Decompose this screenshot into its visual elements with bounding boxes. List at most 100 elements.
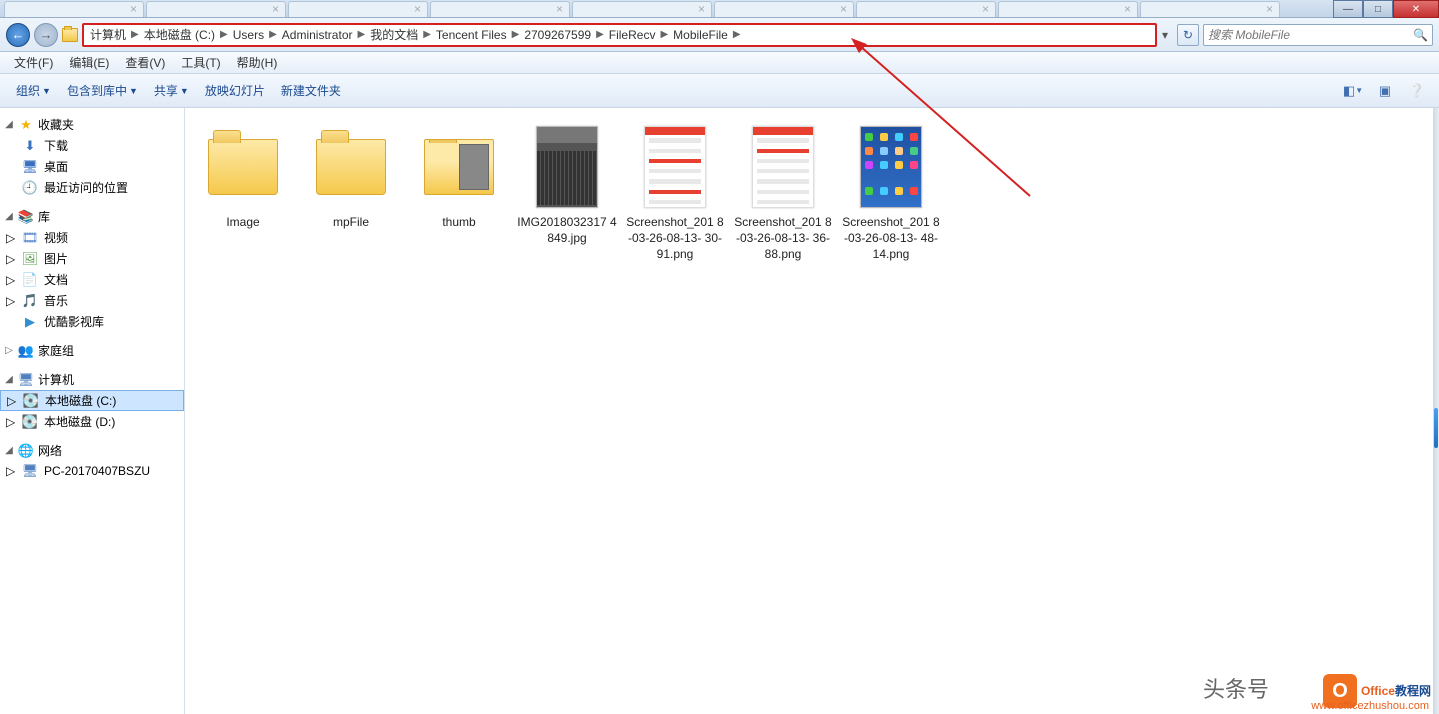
sidebar-drive-c[interactable]: ▷💽本地磁盘 (C:) <box>0 390 184 411</box>
forward-button[interactable]: → <box>34 23 58 47</box>
collapse-icon[interactable]: ◢ <box>4 119 14 130</box>
browser-tab[interactable]: × <box>1140 1 1280 17</box>
image-item[interactable]: Screenshot_201 8-03-26-08-13- 30-91.png <box>621 118 729 267</box>
navigation-pane: ◢★收藏夹 ⬇下载 🖥桌面 🕘最近访问的位置 ◢📚库 ▷🎞视频 ▷🖼图片 ▷📄文… <box>0 108 185 714</box>
sidebar-computer[interactable]: ◢🖥计算机 <box>0 369 184 390</box>
breadcrumb-item[interactable]: Tencent Files <box>434 28 509 42</box>
organize-button[interactable]: 组织 ▼ <box>10 78 57 103</box>
browser-tab[interactable]: × <box>430 1 570 17</box>
breadcrumb-item[interactable]: 计算机 <box>88 26 128 43</box>
expand-icon[interactable]: ▷ <box>7 394 17 408</box>
sidebar-videos[interactable]: ▷🎞视频 <box>0 227 184 248</box>
tab-close-icon[interactable]: × <box>1124 2 1131 16</box>
tab-close-icon[interactable]: × <box>982 2 989 16</box>
expand-icon[interactable]: ▷ <box>6 415 16 429</box>
view-options-icon[interactable]: ◧ ▼ <box>1341 81 1365 101</box>
new-folder-button[interactable]: 新建文件夹 <box>275 78 347 103</box>
tab-close-icon[interactable]: × <box>698 2 705 16</box>
chevron-right-icon[interactable]: ▶ <box>266 29 280 40</box>
breadcrumb-item[interactable]: FileRecv <box>607 28 658 42</box>
back-button[interactable]: ← <box>6 23 30 47</box>
chevron-right-icon[interactable]: ▶ <box>509 29 523 40</box>
browser-tab[interactable]: × <box>714 1 854 17</box>
search-icon[interactable]: 🔍 <box>1413 28 1428 42</box>
sidebar-desktop[interactable]: 🖥桌面 <box>0 156 184 177</box>
image-item[interactable]: Screenshot_201 8-03-26-08-13- 36-88.png <box>729 118 837 267</box>
collapse-icon[interactable]: ◢ <box>4 211 14 222</box>
folder-item[interactable]: mpFile <box>297 118 405 267</box>
browser-tab[interactable]: × <box>146 1 286 17</box>
help-icon[interactable]: ❔ <box>1405 81 1429 101</box>
share-button[interactable]: 共享 ▼ <box>148 78 195 103</box>
chevron-right-icon[interactable]: ▶ <box>657 29 671 40</box>
chevron-right-icon[interactable]: ▶ <box>730 29 744 40</box>
close-button[interactable]: ✕ <box>1393 0 1439 18</box>
sidebar-drive-d[interactable]: ▷💽本地磁盘 (D:) <box>0 411 184 432</box>
expand-icon[interactable]: ▷ <box>6 252 16 266</box>
chevron-right-icon[interactable]: ▶ <box>128 29 142 40</box>
search-input[interactable] <box>1208 28 1413 42</box>
breadcrumb-item[interactable]: MobileFile <box>671 28 730 42</box>
sidebar-documents[interactable]: ▷📄文档 <box>0 269 184 290</box>
sidebar-downloads[interactable]: ⬇下载 <box>0 135 184 156</box>
address-dropdown-icon[interactable]: ▾ <box>1157 28 1173 42</box>
folder-item[interactable]: thumb <box>405 118 513 267</box>
sidebar-homegroup[interactable]: ▷👥家庭组 <box>0 340 184 361</box>
download-icon: ⬇ <box>22 138 38 154</box>
image-item[interactable]: Screenshot_201 8-03-26-08-13- 48-14.png <box>837 118 945 267</box>
collapse-icon[interactable]: ◢ <box>4 445 14 456</box>
file-list[interactable]: Image mpFile thumb IMG2018032317 4849.jp… <box>185 108 1439 714</box>
menu-help[interactable]: 帮助(H) <box>229 52 286 73</box>
sidebar-youku[interactable]: ▶优酷影视库 <box>0 311 184 332</box>
refresh-button[interactable]: ↻ <box>1177 24 1199 46</box>
browser-tab[interactable]: × <box>288 1 428 17</box>
browser-tab[interactable]: × <box>4 1 144 17</box>
collapse-icon[interactable]: ◢ <box>4 374 14 385</box>
sidebar-pictures[interactable]: ▷🖼图片 <box>0 248 184 269</box>
menu-view[interactable]: 查看(V) <box>117 52 173 73</box>
sidebar-music[interactable]: ▷🎵音乐 <box>0 290 184 311</box>
chevron-right-icon[interactable]: ▶ <box>420 29 434 40</box>
chevron-right-icon[interactable]: ▶ <box>217 29 231 40</box>
menu-tools[interactable]: 工具(T) <box>173 52 228 73</box>
image-item[interactable]: IMG2018032317 4849.jpg <box>513 118 621 267</box>
preview-pane-icon[interactable]: ▣ <box>1373 81 1397 101</box>
menu-file[interactable]: 文件(F) <box>6 52 61 73</box>
expand-icon[interactable]: ▷ <box>4 345 14 356</box>
browser-tab[interactable]: × <box>856 1 996 17</box>
tab-close-icon[interactable]: × <box>840 2 847 16</box>
tab-close-icon[interactable]: × <box>1266 2 1273 16</box>
search-box[interactable]: 🔍 <box>1203 24 1433 46</box>
sidebar-libraries[interactable]: ◢📚库 <box>0 206 184 227</box>
sidebar-recent[interactable]: 🕘最近访问的位置 <box>0 177 184 198</box>
sidebar-network[interactable]: ◢🌐网络 <box>0 440 184 461</box>
sidebar-favorites[interactable]: ◢★收藏夹 <box>0 114 184 135</box>
tab-close-icon[interactable]: × <box>130 2 137 16</box>
minimize-button[interactable]: — <box>1333 0 1363 18</box>
chevron-right-icon[interactable]: ▶ <box>593 29 607 40</box>
browser-tab[interactable]: × <box>572 1 712 17</box>
expand-icon[interactable]: ▷ <box>6 294 16 308</box>
scrollbar-handle[interactable] <box>1434 408 1438 448</box>
breadcrumb-bar[interactable]: 计算机▶ 本地磁盘 (C:)▶ Users▶ Administrator▶ 我的… <box>82 23 1157 47</box>
tab-close-icon[interactable]: × <box>414 2 421 16</box>
tab-close-icon[interactable]: × <box>556 2 563 16</box>
menu-edit[interactable]: 编辑(E) <box>61 52 117 73</box>
maximize-button[interactable]: □ <box>1363 0 1393 18</box>
expand-icon[interactable]: ▷ <box>6 273 16 287</box>
chevron-right-icon[interactable]: ▶ <box>354 29 368 40</box>
breadcrumb-item[interactable]: Users <box>231 28 266 42</box>
breadcrumb-item[interactable]: 本地磁盘 (C:) <box>142 26 217 43</box>
breadcrumb-item[interactable]: Administrator <box>280 28 355 42</box>
expand-icon[interactable]: ▷ <box>6 464 16 478</box>
browser-tab[interactable]: × <box>998 1 1138 17</box>
breadcrumb-item[interactable]: 我的文档 <box>368 26 420 43</box>
folder-item[interactable]: Image <box>189 118 297 267</box>
slideshow-button[interactable]: 放映幻灯片 <box>199 78 271 103</box>
sidebar-network-pc[interactable]: ▷🖥PC-20170407BSZU <box>0 461 184 481</box>
include-library-button[interactable]: 包含到库中 ▼ <box>61 78 144 103</box>
scrollbar-track[interactable] <box>1433 108 1439 714</box>
expand-icon[interactable]: ▷ <box>6 231 16 245</box>
breadcrumb-item[interactable]: 2709267599 <box>522 28 593 42</box>
tab-close-icon[interactable]: × <box>272 2 279 16</box>
